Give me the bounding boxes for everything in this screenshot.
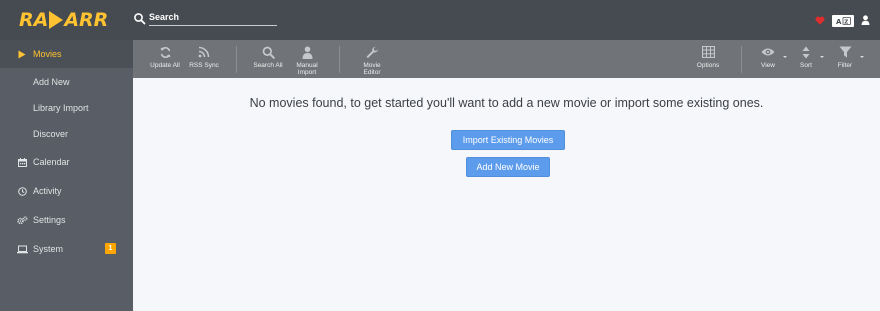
sidebar-item-settings[interactable]: Settings <box>0 206 133 234</box>
logo-text-right: ARR <box>64 9 109 31</box>
keyboard-shortcuts-icon[interactable]: A Z <box>832 15 854 27</box>
sort-button[interactable]: Sort <box>793 40 819 78</box>
sort-caret-icon <box>820 56 824 58</box>
view-label: View <box>761 62 775 69</box>
calendar-icon <box>16 156 28 168</box>
sidebar: Movies Add New Library Import Discover C… <box>0 40 133 311</box>
toolbar-divider <box>741 46 742 73</box>
page-header: RA ARR A Z <box>0 0 880 40</box>
search-container <box>133 11 277 26</box>
movie-editor-button[interactable]: Movie Editor <box>355 40 389 78</box>
add-new-movie-button[interactable]: Add New Movie <box>466 157 550 177</box>
sidebar-item-label: System <box>33 244 64 254</box>
rss-icon <box>198 45 210 59</box>
import-existing-movies-button[interactable]: Import Existing Movies <box>451 130 565 150</box>
play-icon <box>16 48 28 60</box>
search-icon <box>262 45 275 59</box>
cogs-icon <box>16 214 28 226</box>
sidebar-item-activity[interactable]: Activity <box>0 177 133 205</box>
filter-caret-icon <box>860 56 864 58</box>
sidebar-item-label: Discover <box>33 129 69 139</box>
sort-icon <box>802 45 810 59</box>
svg-text:Z: Z <box>844 20 848 26</box>
logo-text: RA ARR <box>19 9 108 31</box>
clock-icon <box>16 185 28 197</box>
sidebar-item-label: Activity <box>33 186 62 196</box>
logo-play-icon <box>49 11 64 29</box>
logo-text-left: RA <box>19 9 49 31</box>
user-icon <box>302 45 313 59</box>
sidebar-item-label: Add New <box>33 77 70 87</box>
view-caret-icon <box>783 56 787 58</box>
sidebar-item-system[interactable]: System 1 <box>0 235 133 263</box>
header-actions: A Z <box>815 12 870 30</box>
manual-import-label-1: Manual <box>296 62 318 69</box>
laptop-icon <box>16 243 28 255</box>
movie-editor-label-2: Editor <box>363 69 381 76</box>
heart-icon[interactable] <box>815 12 825 30</box>
sidebar-item-library-import[interactable]: Library Import <box>0 94 133 122</box>
view-button[interactable]: View <box>755 40 781 78</box>
rss-sync-label: RSS Sync <box>189 62 219 69</box>
sidebar-item-label: Settings <box>33 215 66 225</box>
search-icon <box>133 12 147 26</box>
empty-state-message: No movies found, to get started you'll w… <box>249 96 764 110</box>
sidebar-item-discover[interactable]: Discover <box>0 120 133 148</box>
status-badge: 1 <box>105 243 116 254</box>
radarr-logo[interactable]: RA ARR <box>0 0 133 40</box>
search-all-button[interactable]: Search All <box>250 40 286 78</box>
search-all-label: Search All <box>253 62 283 69</box>
rss-sync-button[interactable]: RSS Sync <box>187 40 221 78</box>
sort-label: Sort <box>800 62 812 69</box>
toolbar-divider <box>236 46 237 73</box>
manual-import-button[interactable]: Manual Import <box>291 40 323 78</box>
wrench-icon <box>366 45 379 59</box>
main-content: No movies found, to get started you'll w… <box>133 78 880 311</box>
sidebar-item-label: Library Import <box>33 103 89 113</box>
refresh-icon <box>159 45 172 59</box>
manual-import-label-2: Import <box>297 69 317 76</box>
filter-icon <box>839 45 852 59</box>
filter-button[interactable]: Filter <box>832 40 858 78</box>
table-icon <box>701 45 715 59</box>
toolbar-divider <box>339 46 340 73</box>
options-label: Options <box>696 62 720 69</box>
movie-editor-label-1: Movie <box>363 62 381 69</box>
update-all-label: Update All <box>150 62 180 69</box>
sidebar-item-label: Movies <box>33 49 62 59</box>
update-all-button[interactable]: Update All <box>147 40 183 78</box>
sidebar-item-label: Calendar <box>33 157 70 167</box>
search-input[interactable] <box>149 11 277 26</box>
svg-text:A: A <box>836 18 842 26</box>
eye-icon <box>761 45 775 59</box>
sidebar-item-calendar[interactable]: Calendar <box>0 148 133 176</box>
filter-label: Filter <box>837 62 853 69</box>
user-icon[interactable] <box>861 12 870 30</box>
sidebar-item-movies[interactable]: Movies <box>0 40 133 68</box>
page-toolbar: Update All RSS Sync Search All Manual Im… <box>133 40 880 78</box>
sidebar-item-add-new[interactable]: Add New <box>0 68 133 96</box>
options-button[interactable]: Options <box>692 40 724 78</box>
